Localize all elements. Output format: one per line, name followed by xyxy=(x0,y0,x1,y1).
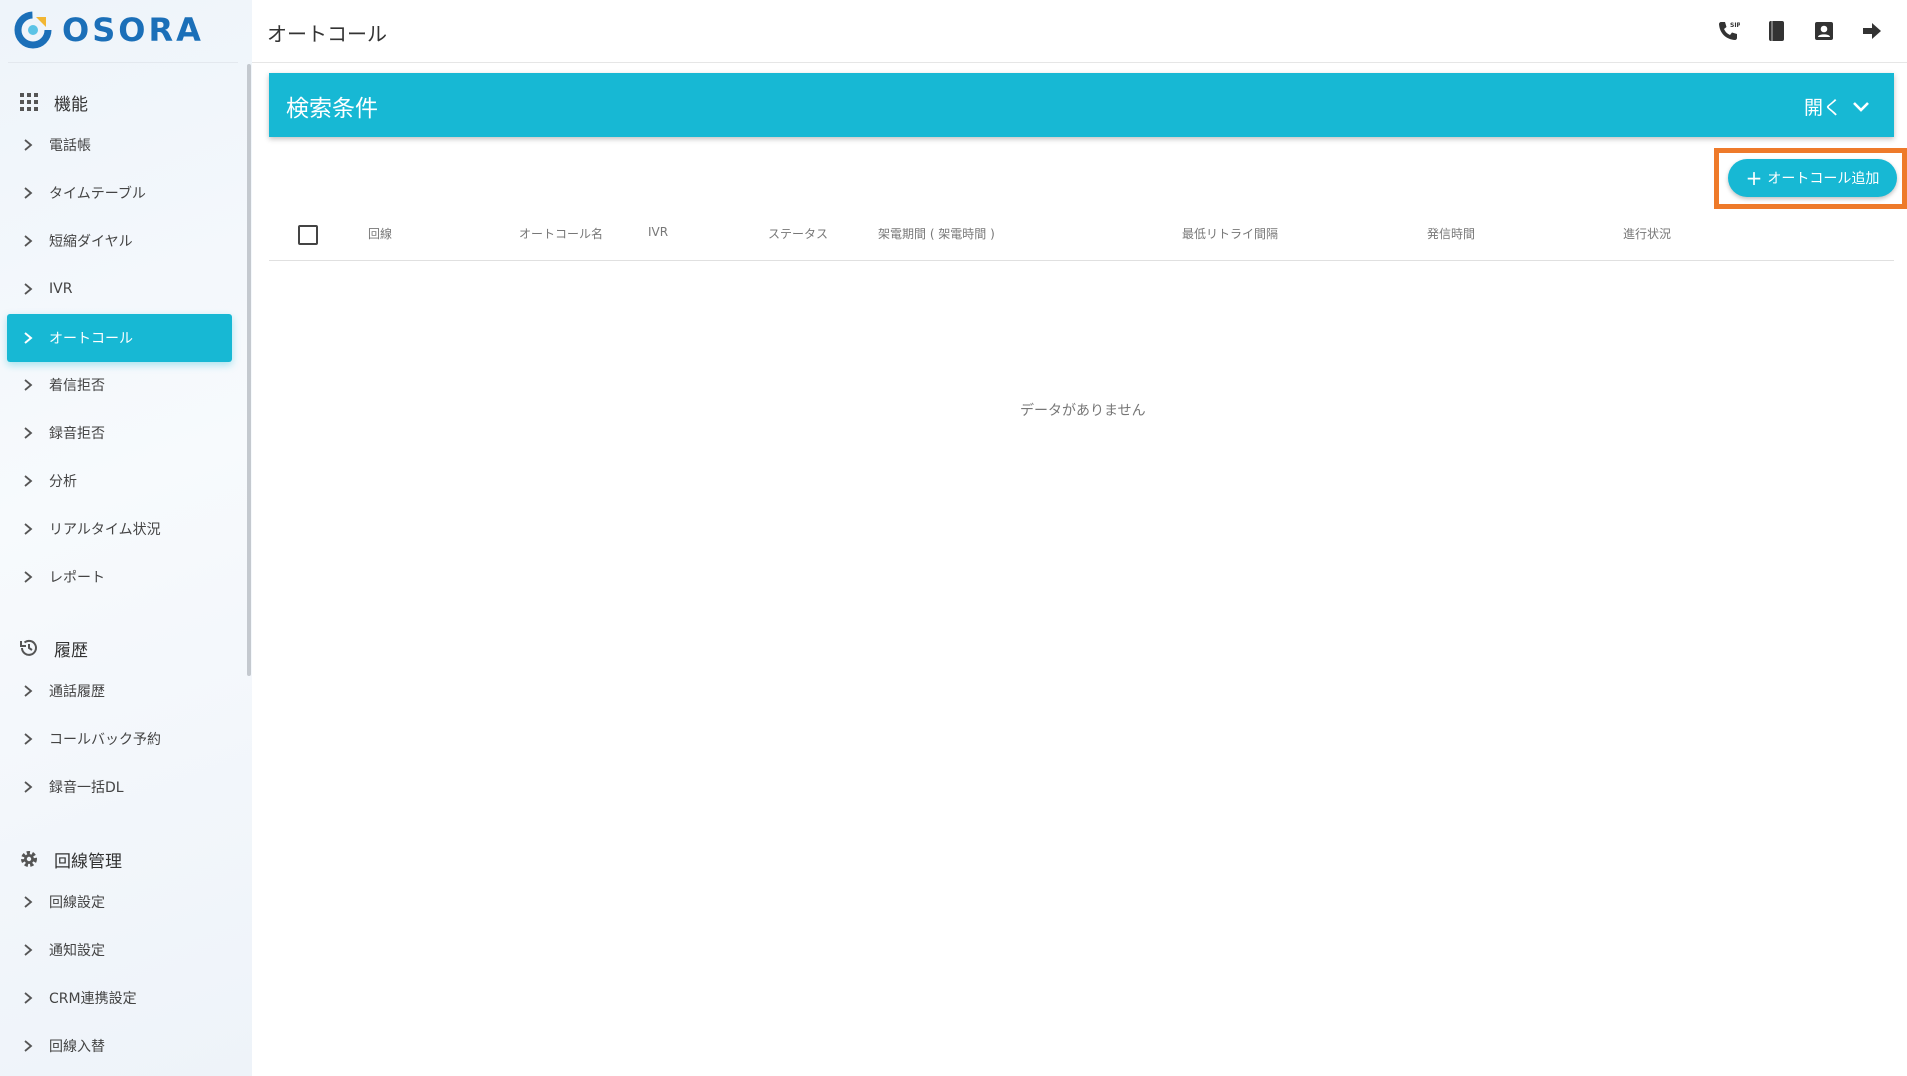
sidebar-item-label: 通話履歴 xyxy=(49,684,105,700)
chevron-right-icon xyxy=(24,235,33,247)
contact-icon[interactable] xyxy=(1811,18,1837,44)
search-title: 検索条件 xyxy=(286,96,378,122)
sidebar-item-line-replace[interactable]: 回線入替 xyxy=(7,1022,232,1070)
chevron-right-icon xyxy=(24,139,33,151)
section-functions: 機能 xyxy=(18,88,88,116)
select-all-checkbox[interactable] xyxy=(298,225,318,245)
divider xyxy=(8,62,238,63)
chevron-down-icon xyxy=(1853,101,1869,112)
sidebar-item-label: 回線設定 xyxy=(49,895,105,911)
column-header-autocall-name[interactable]: オートコール名 xyxy=(519,225,603,242)
sidebar-item-label: 通知設定 xyxy=(49,943,105,959)
chevron-right-icon xyxy=(24,332,33,344)
sidebar-item-label: 電話帳 xyxy=(49,138,91,154)
sidebar-item-callback[interactable]: コールバック予約 xyxy=(7,715,232,763)
section-line-management: 回線管理 xyxy=(18,845,122,873)
table-header: 回線 オートコール名 IVR ステータス 架電期間 ( 架電時間 ) 最低リトラ… xyxy=(269,210,1894,261)
sidebar-item-label: オートコール xyxy=(49,331,133,347)
section-label: 機能 xyxy=(54,94,88,115)
search-toggle-button[interactable]: 開く xyxy=(1804,93,1870,120)
sidebar-item-speed-dial[interactable]: 短縮ダイヤル xyxy=(7,217,232,265)
chevron-right-icon xyxy=(24,992,33,1004)
column-header-progress[interactable]: 進行状況 xyxy=(1623,225,1671,242)
sidebar-item-label: 短縮ダイヤル xyxy=(49,234,133,250)
chevron-right-icon xyxy=(24,475,33,487)
sidebar-item-realtime[interactable]: リアルタイム状況 xyxy=(7,505,232,553)
sidebar-item-notification-settings[interactable]: 通知設定 xyxy=(7,926,232,974)
sidebar-item-crm-settings[interactable]: CRM連携設定 xyxy=(7,974,232,1022)
sidebar-item-label: IVR xyxy=(49,281,73,297)
sidebar-item-report[interactable]: レポート xyxy=(7,553,232,601)
sidebar-item-bulk-download[interactable]: 録音一括DL xyxy=(7,763,232,811)
gear-icon xyxy=(18,848,40,870)
search-panel-header[interactable]: 検索条件 開く xyxy=(269,73,1894,137)
column-header-dial-time[interactable]: 発信時間 xyxy=(1427,225,1475,242)
sidebar-item-line-settings[interactable]: 回線設定 xyxy=(7,878,232,926)
header: オートコール SIP xyxy=(252,0,1907,63)
grid-icon xyxy=(18,91,40,113)
sidebar-item-phonebook[interactable]: 電話帳 xyxy=(7,121,232,169)
chevron-right-icon xyxy=(24,187,33,199)
sidebar-item-label: 着信拒否 xyxy=(49,378,105,394)
sidebar-item-label: コールバック予約 xyxy=(49,732,161,748)
sidebar-item-label: レポート xyxy=(49,570,105,586)
logo-text: OSORA xyxy=(62,11,204,49)
column-header-retry-interval[interactable]: 最低リトライ間隔 xyxy=(1182,225,1278,242)
sidebar-item-label: 分析 xyxy=(49,474,77,490)
history-icon xyxy=(18,637,40,659)
sidebar: OSORA 機能 電話帳 タイムテーブル 短縮ダイヤル IVR オートコール 着… xyxy=(0,0,252,1076)
column-header-ivr[interactable]: IVR xyxy=(648,225,668,239)
plus-icon: + xyxy=(1745,166,1763,190)
chevron-right-icon xyxy=(24,379,33,391)
sidebar-item-call-block[interactable]: 着信拒否 xyxy=(7,361,232,409)
chevron-right-icon xyxy=(24,944,33,956)
empty-table-message: データがありません xyxy=(1020,403,1146,419)
logo[interactable]: OSORA xyxy=(12,10,204,50)
osora-logo-icon xyxy=(14,11,52,49)
add-autocall-label: オートコール追加 xyxy=(1767,171,1880,187)
sidebar-item-label: タイムテーブル xyxy=(49,186,146,202)
chevron-right-icon xyxy=(24,733,33,745)
sidebar-item-analysis[interactable]: 分析 xyxy=(7,457,232,505)
search-toggle-label: 開く xyxy=(1803,97,1842,119)
sidebar-item-ivr[interactable]: IVR xyxy=(7,265,232,313)
svg-text:SIP: SIP xyxy=(1730,22,1740,29)
sidebar-item-call-history[interactable]: 通話履歴 xyxy=(7,667,232,715)
chevron-right-icon xyxy=(24,283,33,295)
section-label: 履歴 xyxy=(54,640,88,661)
book-icon[interactable] xyxy=(1763,18,1789,44)
section-label: 回線管理 xyxy=(54,851,122,872)
sidebar-item-label: 回線入替 xyxy=(49,1039,105,1055)
section-history: 履歴 xyxy=(18,634,88,662)
chevron-right-icon xyxy=(24,523,33,535)
chevron-right-icon xyxy=(24,1040,33,1052)
chevron-right-icon xyxy=(24,685,33,697)
chevron-right-icon xyxy=(24,896,33,908)
column-header-line[interactable]: 回線 xyxy=(368,225,392,242)
sidebar-item-label: CRM連携設定 xyxy=(49,991,137,1007)
chevron-right-icon xyxy=(24,571,33,583)
column-header-status[interactable]: ステータス xyxy=(768,225,828,242)
sidebar-scrollbar[interactable] xyxy=(247,64,251,676)
sidebar-item-autocall[interactable]: オートコール xyxy=(7,314,232,362)
logout-arrow-icon[interactable] xyxy=(1859,18,1885,44)
add-autocall-button[interactable]: + オートコール追加 xyxy=(1728,159,1897,197)
sidebar-item-timetable[interactable]: タイムテーブル xyxy=(7,169,232,217)
column-header-call-period[interactable]: 架電期間 ( 架電時間 ) xyxy=(878,225,995,242)
sidebar-item-label: 録音拒否 xyxy=(49,426,105,442)
sidebar-item-label: リアルタイム状況 xyxy=(49,522,161,538)
chevron-right-icon xyxy=(24,781,33,793)
sip-phone-icon[interactable]: SIP xyxy=(1715,18,1741,44)
chevron-right-icon xyxy=(24,427,33,439)
page-title: オートコール xyxy=(267,22,387,46)
sidebar-item-recording-block[interactable]: 録音拒否 xyxy=(7,409,232,457)
sidebar-item-label: 録音一括DL xyxy=(49,780,124,796)
